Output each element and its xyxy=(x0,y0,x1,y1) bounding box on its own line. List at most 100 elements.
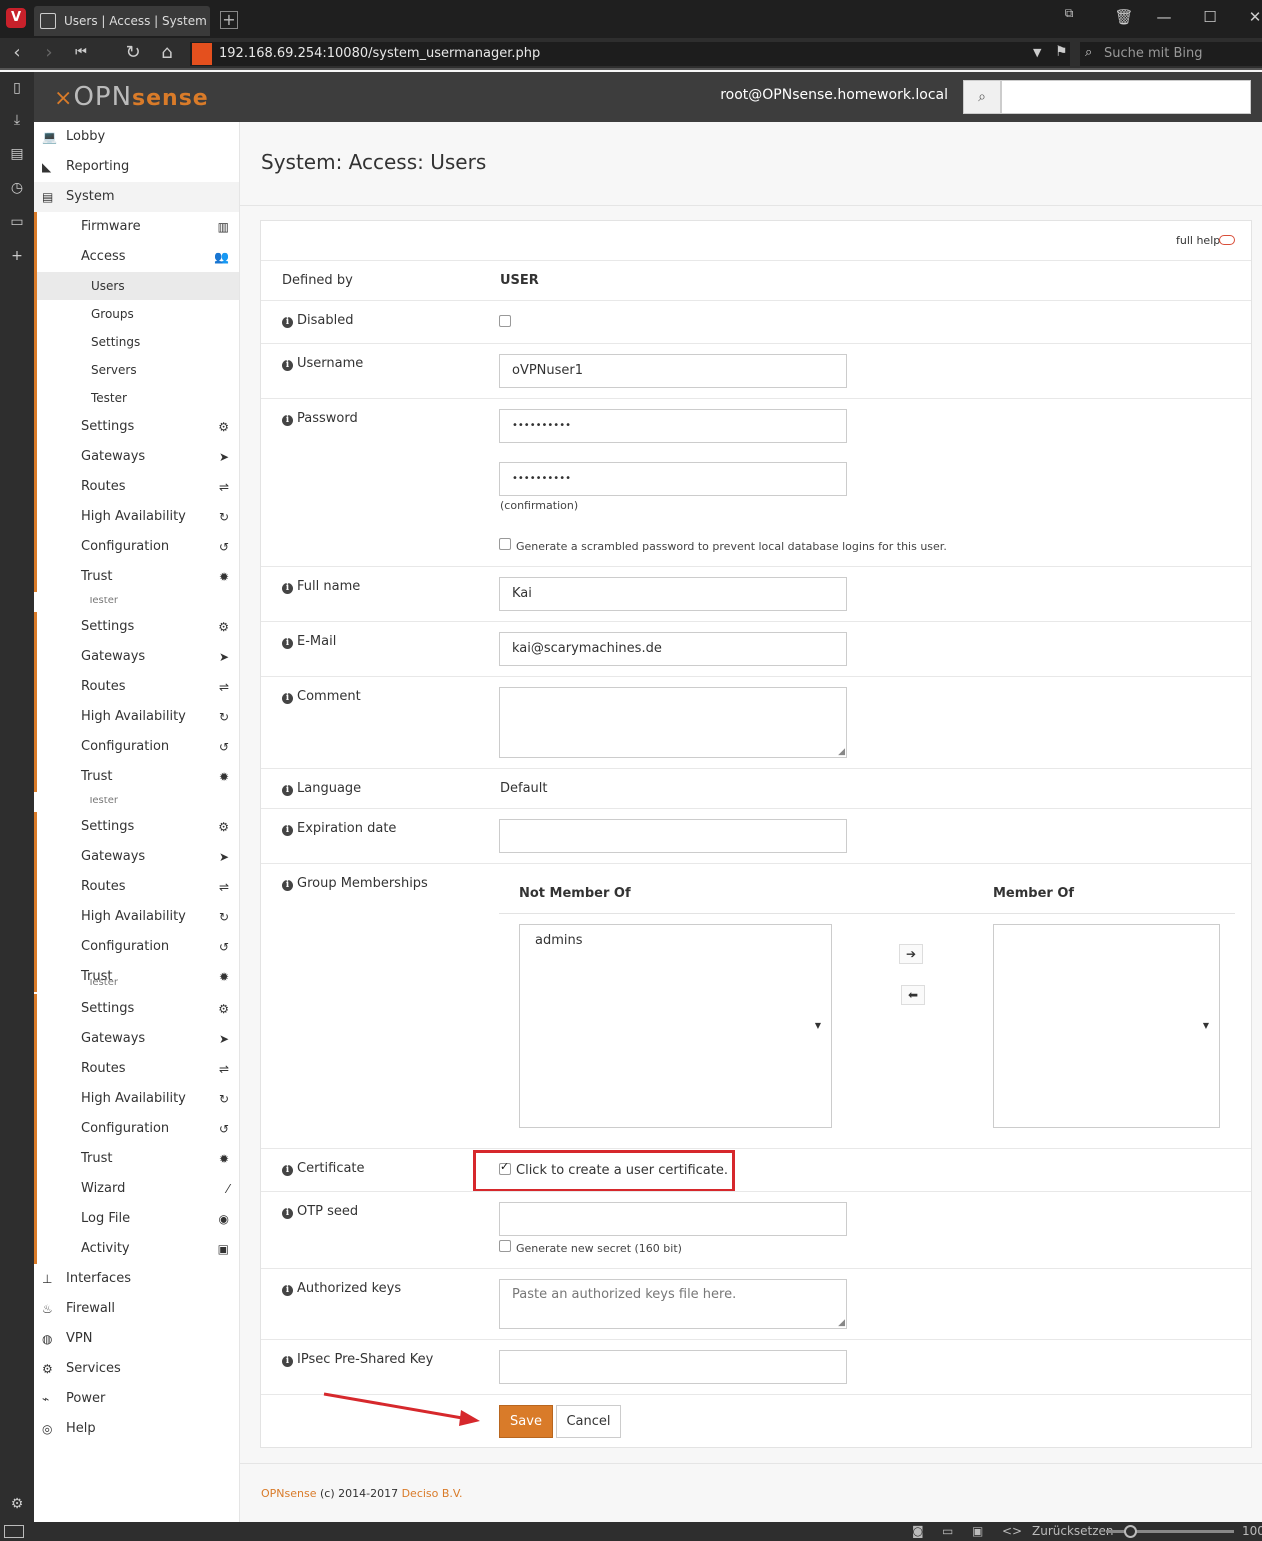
sidebar-item-system[interactable]: System ▤ xyxy=(34,182,239,212)
otp-generate-label[interactable]: Generate new secret (160 bit) xyxy=(516,1242,682,1255)
sidebar-item-firmware[interactable]: Firmware ▥ xyxy=(34,212,239,242)
opnsense-logo[interactable]: ⨯OPNsense xyxy=(54,82,209,112)
sidebar-item-settings[interactable]: Settings ⚙ xyxy=(34,994,239,1024)
sidebar-item-firewall[interactable]: Firewall ♨ xyxy=(34,1294,239,1324)
sidebar-item-high-availability[interactable]: High Availability ↻ xyxy=(34,902,239,932)
list-scroll-down-icon[interactable]: ▼ xyxy=(1203,1021,1209,1030)
info-icon[interactable]: i xyxy=(282,360,293,371)
sidebar-item-lobby[interactable]: Lobby 💻 xyxy=(34,122,239,152)
sidebar-item-access-users[interactable]: Users xyxy=(34,272,239,300)
username-input[interactable]: oVPNuser1 xyxy=(499,354,847,388)
list-scroll-down-icon[interactable]: ▼ xyxy=(815,1021,821,1030)
authorized-keys-label[interactable]: i Authorized keys xyxy=(282,1281,401,1296)
sidebar-item-wizard[interactable]: Wizard ⁄ xyxy=(34,1174,239,1204)
logged-in-user[interactable]: root@OPNsense.homework.local xyxy=(640,87,948,103)
scramble-checkbox[interactable] xyxy=(499,538,511,550)
sidebar-item-configuration[interactable]: Configuration ↺ xyxy=(34,532,239,562)
sidebar-item-trust[interactable]: Trust ✹ xyxy=(34,1144,239,1174)
sidebar-item-gateways[interactable]: Gateways ➤ xyxy=(34,842,239,872)
sidebar-item-access-tester[interactable]: Tester xyxy=(34,384,239,412)
info-icon[interactable]: i xyxy=(282,583,293,594)
sidebar-item-routes[interactable]: Routes ⇌ xyxy=(34,672,239,702)
not-member-of-list[interactable]: admins ▼ xyxy=(519,924,832,1128)
sidebar-item-high-availability[interactable]: High Availability ↻ xyxy=(34,1084,239,1114)
insecure-lock-icon[interactable] xyxy=(192,43,212,65)
sidebar-item-activity[interactable]: Activity ▣ xyxy=(34,1234,239,1264)
sidebar-item-access-groups[interactable]: Groups xyxy=(34,300,239,328)
sidebar-item-settings[interactable]: Settings ⚙ xyxy=(34,812,239,842)
sidebar-item-log-file[interactable]: Log File ◉ xyxy=(34,1204,239,1234)
new-tab-button[interactable]: + xyxy=(220,11,238,29)
sidebar-item-high-availability[interactable]: High Availability ↻ xyxy=(34,702,239,732)
forward-icon[interactable]: › xyxy=(38,42,60,63)
info-icon[interactable]: i xyxy=(282,785,293,796)
sidebar-item-configuration[interactable]: Configuration ↺ xyxy=(34,1114,239,1144)
comment-label[interactable]: i Comment xyxy=(282,689,361,704)
sidebar-item-routes[interactable]: Routes ⇌ xyxy=(34,472,239,502)
sidebar-item-access-settings[interactable]: Settings xyxy=(34,328,239,356)
sidebar-item-access-servers[interactable]: Servers xyxy=(34,356,239,384)
sidebar-item-trust[interactable]: Trust ✹ xyxy=(34,962,239,992)
info-icon[interactable]: i xyxy=(282,693,293,704)
sidebar-item-power[interactable]: Power ⌁ xyxy=(34,1384,239,1414)
trash-icon[interactable]: 🗑 xyxy=(1113,8,1135,26)
info-icon[interactable]: i xyxy=(282,825,293,836)
sidebar-item-services[interactable]: Services ⚙ xyxy=(34,1354,239,1384)
username-label[interactable]: i Username xyxy=(282,356,363,371)
password-input[interactable]: •••••••••• xyxy=(499,409,847,443)
remove-from-member-button[interactable]: ⬅ xyxy=(901,985,925,1005)
minimize-button[interactable]: — xyxy=(1153,8,1175,26)
otp-input[interactable] xyxy=(499,1202,847,1236)
info-icon[interactable]: i xyxy=(282,880,293,891)
full-help-label[interactable]: full help xyxy=(1176,234,1220,247)
otp-generate-checkbox[interactable] xyxy=(499,1240,511,1252)
sidebar-item-access[interactable]: Access 👥 xyxy=(34,242,239,272)
sidebar-item-configuration[interactable]: Configuration ↺ xyxy=(34,932,239,962)
history-panel-icon[interactable]: ◷ xyxy=(8,180,26,196)
ipsec-psk-input[interactable] xyxy=(499,1350,847,1384)
save-button[interactable]: Save xyxy=(499,1405,553,1438)
cancel-button[interactable]: Cancel xyxy=(556,1405,621,1438)
disabled-checkbox[interactable] xyxy=(499,315,511,327)
resize-grip-icon[interactable]: ◢ xyxy=(838,748,845,757)
group-option-admins[interactable]: admins xyxy=(535,933,583,948)
page-actions-icon[interactable]: <> xyxy=(1002,1524,1022,1538)
header-search-icon[interactable]: ⌕ xyxy=(963,80,1001,114)
maximize-button[interactable]: ☐ xyxy=(1199,8,1221,26)
search-engine-field[interactable]: Suche mit Bing xyxy=(1080,42,1262,66)
otp-label[interactable]: i OTP seed xyxy=(282,1204,358,1219)
expiration-label[interactable]: i Expiration date xyxy=(282,821,396,836)
info-icon[interactable]: i xyxy=(282,1285,293,1296)
sidebar-item-gateways[interactable]: Gateways ➤ xyxy=(34,1024,239,1054)
fullname-input[interactable]: Kai xyxy=(499,577,847,611)
comment-textarea[interactable]: ◢ xyxy=(499,687,847,758)
resize-grip-icon[interactable]: ◢ xyxy=(838,1319,845,1328)
close-window-button[interactable]: ✕ xyxy=(1244,8,1262,26)
info-icon[interactable]: i xyxy=(282,317,293,328)
sidebar-item-gateways[interactable]: Gateways ➤ xyxy=(34,442,239,472)
sidebar-item-gateways[interactable]: Gateways ➤ xyxy=(34,642,239,672)
sidebar-item-trust[interactable]: Trust ✹ xyxy=(34,562,239,592)
group-memberships-label[interactable]: i Group Memberships xyxy=(282,876,428,891)
info-icon[interactable]: i xyxy=(282,1208,293,1219)
sidebar-item-configuration[interactable]: Configuration ↺ xyxy=(34,732,239,762)
rewind-icon[interactable]: ⏮ xyxy=(70,45,92,60)
add-to-member-button[interactable]: ➔ xyxy=(899,944,923,964)
sidebar-item-routes[interactable]: Routes ⇌ xyxy=(34,872,239,902)
tab-tile-icon[interactable]: ⧉ xyxy=(1058,6,1080,21)
settings-gear-icon[interactable]: ⚙ xyxy=(8,1496,26,1512)
full-help-toggle[interactable] xyxy=(1219,235,1235,245)
password-confirm-input[interactable]: •••••••••• xyxy=(499,462,847,496)
url-field[interactable]: 192.168.69.254:10080/system_usermanager.… xyxy=(190,42,1070,66)
info-icon[interactable]: i xyxy=(282,1165,293,1176)
browser-tab[interactable]: Users | Access | System | OPNsense xyxy=(34,6,210,36)
window-panel-icon[interactable]: ▭ xyxy=(8,214,26,230)
back-icon[interactable]: ‹ xyxy=(6,42,28,63)
sidebar-item-settings[interactable]: Settings ⚙ xyxy=(34,412,239,442)
header-search-input[interactable] xyxy=(1001,80,1251,114)
home-icon[interactable]: ⌂ xyxy=(156,42,178,63)
expiration-input[interactable] xyxy=(499,819,847,853)
language-label[interactable]: i Language xyxy=(282,781,361,796)
email-input[interactable]: kai@scarymachines.de xyxy=(499,632,847,666)
tiling-icon[interactable]: ▭ xyxy=(942,1524,953,1538)
